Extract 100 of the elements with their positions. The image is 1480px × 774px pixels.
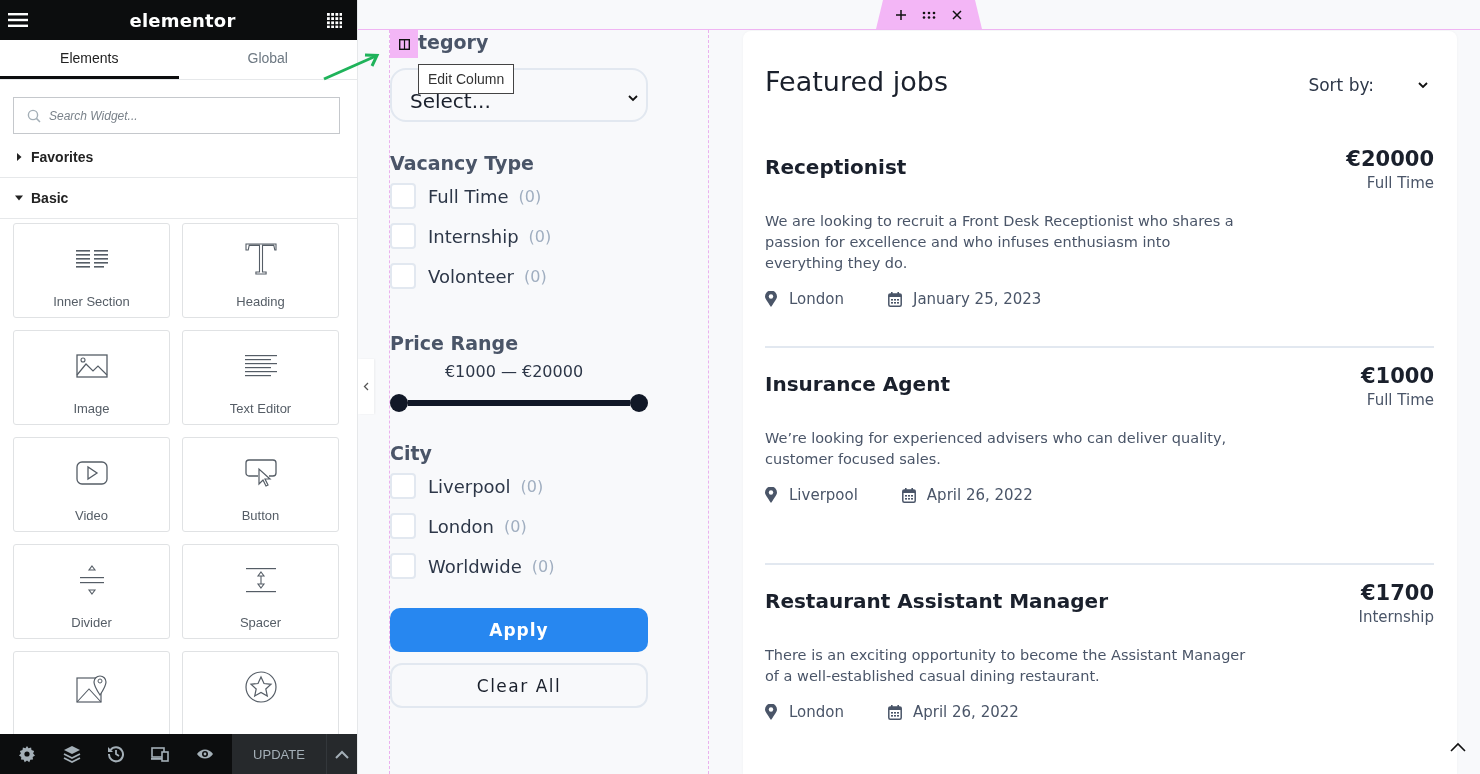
spacer-icon: [244, 567, 277, 593]
option-count: (0): [520, 476, 544, 496]
job-salary: €1000: [1360, 364, 1434, 388]
update-button[interactable]: UPDATE: [232, 734, 326, 774]
calendar-icon: [901, 487, 916, 503]
columns-icon: [398, 38, 410, 50]
logo: elementor: [129, 9, 236, 31]
widget-label: Spacer: [239, 615, 282, 630]
chevron-down-icon: [1418, 81, 1428, 89]
apps-grid-icon[interactable]: [327, 12, 342, 28]
option-label: Worldwide: [428, 555, 522, 577]
image-icon: [75, 354, 108, 378]
job-location: Liverpool: [789, 486, 858, 504]
scroll-to-top-icon[interactable]: [1450, 742, 1466, 752]
job-description: There is an exciting opportunity to become the Assistant Manager of a well-established casual dining restaurant.: [765, 646, 1247, 686]
checkbox[interactable]: [390, 263, 416, 289]
edit-column-handle[interactable]: [390, 30, 418, 58]
job-title[interactable]: Receptionist: [765, 155, 907, 192]
clear-all-button[interactable]: Clear All: [390, 663, 648, 708]
filter-heading: tegory: [418, 31, 489, 55]
option-count: (0): [523, 266, 547, 286]
arrow-drawing: [322, 52, 380, 82]
section-handle[interactable]: [876, 0, 982, 29]
category-header[interactable]: Favorites: [0, 137, 357, 178]
menu-icon[interactable]: [8, 13, 28, 27]
location-pin-icon: [765, 291, 777, 307]
widget-tile[interactable]: Heading: [182, 223, 339, 318]
widget-label: Button: [241, 508, 280, 523]
job-title[interactable]: Insurance Agent: [765, 372, 950, 409]
job-description: We’re looking for experienced advisers who can deliver quality, customer focused sales.: [765, 429, 1228, 469]
job-title[interactable]: Restaurant Assistant Manager: [765, 589, 1109, 626]
option-label: Volonteer: [428, 265, 514, 287]
search-field[interactable]: Search Widget...: [13, 97, 340, 134]
widget-label: Text Editor: [229, 401, 292, 416]
category-header[interactable]: Basic: [0, 178, 357, 219]
option-count: (0): [504, 516, 527, 536]
location-pin-icon: [765, 704, 777, 720]
widget-tile[interactable]: Divider: [13, 544, 170, 639]
widget-tile[interactable]: Video: [13, 437, 170, 532]
job-date: April 26, 2022: [926, 486, 1033, 504]
search-icon: [27, 108, 41, 123]
checkbox[interactable]: [390, 223, 416, 249]
widget-label: Divider: [71, 615, 112, 630]
checkbox[interactable]: [390, 513, 416, 539]
calendar-icon: [888, 291, 902, 307]
option-count: (0): [528, 226, 552, 246]
button-cursor-icon: [244, 459, 277, 487]
range-thumb[interactable]: [630, 394, 648, 412]
checkbox[interactable]: [390, 473, 416, 499]
text-lines-icon: [244, 355, 277, 377]
star-circle-icon: [244, 671, 277, 703]
widget-tile[interactable]: Button: [182, 437, 339, 532]
job-date: April 26, 2022: [913, 703, 1019, 721]
option-count: (0): [531, 556, 555, 576]
category-label: Favorites: [31, 149, 94, 165]
add-icon[interactable]: [896, 9, 906, 20]
widget-label: Video: [75, 508, 108, 523]
drag-handle-icon[interactable]: [922, 10, 936, 19]
option-label: Full Time: [428, 185, 509, 207]
filter-heading: City: [390, 442, 433, 464]
job-location: London: [789, 703, 844, 721]
job-description: We are looking to recruit a Front Desk Receptionist who shares a passion for excellence and who infuses enthusiasm into everything they do.: [765, 212, 1235, 273]
job-salary: €20000: [1346, 147, 1434, 171]
widget-tile[interactable]: Inner Section: [13, 223, 170, 318]
job-date: January 25, 2023: [913, 290, 1042, 308]
responsive-icon[interactable]: [151, 745, 170, 763]
widget-label: Heading: [236, 294, 285, 309]
option-label: Liverpool: [428, 475, 511, 497]
settings-icon[interactable]: [18, 745, 37, 763]
sort-dropdown[interactable]: Sort by:: [1308, 75, 1434, 95]
chevron-down-icon: [628, 94, 638, 102]
checkbox[interactable]: [390, 553, 416, 579]
panel-tab[interactable]: Global: [178, 40, 357, 79]
divider-icon: [78, 565, 105, 595]
close-icon[interactable]: [952, 9, 962, 20]
checkbox[interactable]: [390, 183, 416, 209]
section-title: Featured jobs: [765, 65, 948, 97]
range-thumb[interactable]: [390, 394, 408, 412]
option-count: (0): [518, 186, 542, 206]
widget-tile[interactable]: Image: [13, 330, 170, 425]
job-type: Internship: [1358, 608, 1434, 626]
video-icon: [75, 461, 108, 485]
calendar-icon: [888, 704, 902, 720]
history-icon[interactable]: [106, 745, 125, 763]
chevron-up-icon[interactable]: [335, 749, 349, 759]
option-label: Internship: [428, 225, 519, 247]
columns-icon: [75, 250, 108, 268]
layers-icon[interactable]: [62, 745, 81, 763]
caret-down-icon: [15, 194, 23, 202]
chevron-left-icon: [363, 382, 369, 391]
widget-label: Image: [73, 401, 110, 416]
location-pin-icon: [765, 487, 777, 503]
widget-tile[interactable]: Text Editor: [182, 330, 339, 425]
caret-right-icon: [15, 153, 23, 161]
filter-heading: Vacancy Type: [390, 152, 535, 174]
apply-button[interactable]: Apply: [390, 608, 648, 652]
job-type: Full Time: [1365, 174, 1434, 192]
search-field[interactable]: Search Widget...: [47, 107, 329, 124]
panel-tab[interactable]: Elements: [0, 40, 179, 79]
widget-tile[interactable]: Spacer: [182, 544, 339, 639]
